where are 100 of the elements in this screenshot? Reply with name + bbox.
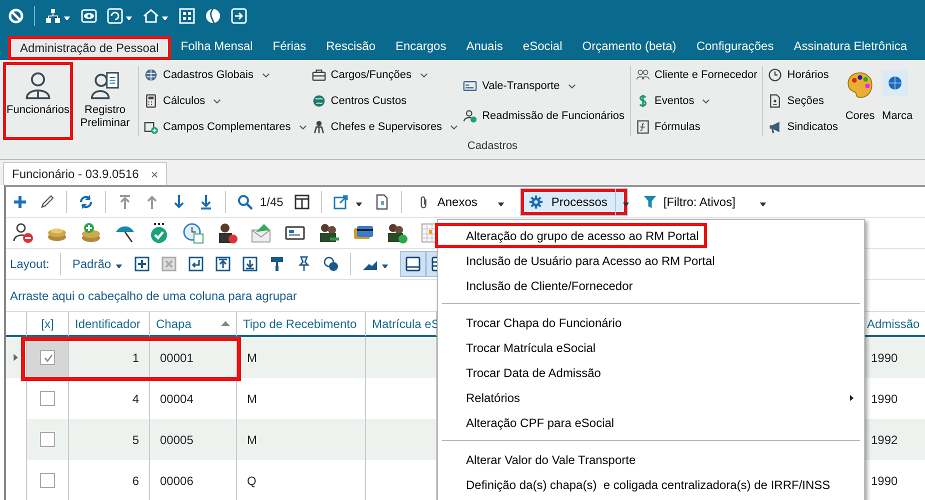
ribbon-button[interactable]: Centros Custos bbox=[312, 94, 460, 108]
move-down-icon[interactable] bbox=[242, 256, 258, 272]
panel-bottom-icon[interactable] bbox=[405, 256, 422, 272]
menu-item[interactable]: Trocar Matrícula eSocial bbox=[438, 335, 864, 360]
pencil-icon[interactable] bbox=[39, 194, 55, 210]
ribbon-button[interactable]: Cargos/Funções bbox=[312, 68, 460, 82]
menu-tab[interactable]: eSocial bbox=[512, 35, 572, 57]
prohibited-icon[interactable] bbox=[8, 8, 24, 24]
last-icon[interactable] bbox=[198, 194, 214, 210]
checkbox[interactable] bbox=[40, 432, 55, 447]
ribbon-button[interactable]: Eventos bbox=[636, 94, 758, 108]
column-header[interactable]: Identificador bbox=[69, 312, 150, 337]
document-icon[interactable] bbox=[768, 94, 782, 108]
ribbon-button[interactable]: Cliente e Fornecedor bbox=[636, 68, 758, 82]
view-toggle-button[interactable] bbox=[400, 251, 426, 277]
attachments-button[interactable]: Anexos bbox=[413, 188, 510, 216]
people-icon[interactable] bbox=[636, 68, 650, 82]
column-label: Chapa bbox=[156, 316, 192, 330]
ribbon-button[interactable]: Vale-Transporte bbox=[463, 78, 625, 93]
document-icon[interactable] bbox=[374, 194, 390, 210]
submenu-arrow-icon bbox=[850, 394, 856, 400]
grid-icon[interactable] bbox=[179, 8, 195, 24]
ribbon-large-button[interactable]: Funcionários bbox=[3, 62, 73, 140]
formula-icon[interactable] bbox=[636, 120, 650, 134]
shapes-icon[interactable] bbox=[323, 256, 340, 272]
home-icon[interactable] bbox=[143, 8, 159, 24]
paint-roller-icon[interactable] bbox=[269, 256, 286, 272]
menu-item[interactable]: Inclusão de Usuário para Acesso ao RM Portal bbox=[438, 248, 864, 273]
first-icon[interactable] bbox=[117, 194, 133, 210]
menu-item[interactable]: Trocar Data de Admissão bbox=[438, 360, 864, 385]
column-header[interactable]: Chapa bbox=[150, 312, 237, 337]
quick-access-button[interactable] bbox=[107, 8, 133, 24]
menu-item[interactable]: Alteração do grupo de acesso ao RM Portal bbox=[435, 223, 707, 248]
export-icon[interactable] bbox=[333, 194, 350, 210]
checkbox[interactable] bbox=[40, 391, 55, 406]
menu-tab[interactable]: Administração de Pessoal bbox=[8, 36, 171, 60]
user-icon[interactable] bbox=[23, 70, 53, 100]
globe-icon[interactable] bbox=[205, 8, 221, 24]
hierarchy-icon[interactable] bbox=[45, 8, 61, 24]
plus-icon[interactable] bbox=[12, 194, 28, 210]
processes-button[interactable]: Processos bbox=[520, 188, 628, 216]
menu-tab[interactable]: Rescisão bbox=[316, 35, 386, 57]
checkbox[interactable] bbox=[40, 473, 55, 488]
card-icon[interactable] bbox=[463, 78, 478, 93]
fields-add-icon[interactable] bbox=[144, 120, 158, 134]
ribbon-button[interactable]: Horários bbox=[768, 68, 838, 82]
filter-icon[interactable] bbox=[643, 195, 658, 209]
column-header[interactable]: Tipo de Recebimento bbox=[237, 312, 366, 337]
filter-button[interactable]: [Filtro: Ativos] bbox=[639, 188, 772, 216]
ribbon-large-button[interactable]: Marca bbox=[880, 62, 910, 140]
person-icon[interactable] bbox=[312, 120, 326, 134]
user-document-icon[interactable] bbox=[90, 70, 120, 100]
megaphone-icon[interactable] bbox=[768, 120, 782, 134]
menu-item[interactable]: Definição da(s) chapa(s) e coligada centralizadora(s) de IRRF/INSS bbox=[438, 472, 864, 497]
table-cell: 5 bbox=[69, 419, 150, 460]
eye-icon[interactable] bbox=[81, 8, 97, 24]
document-tab[interactable]: Funcionário - 03.9.0516 × bbox=[3, 162, 168, 185]
menu-tab[interactable]: Orçamento (beta) bbox=[572, 35, 686, 57]
move-up-icon[interactable] bbox=[215, 256, 232, 272]
menu-tab[interactable]: Férias bbox=[262, 35, 316, 57]
column-header[interactable]: [x] bbox=[27, 312, 69, 337]
quick-access-button[interactable] bbox=[143, 8, 169, 24]
briefcase-icon[interactable] bbox=[312, 68, 326, 82]
ribbon-button[interactable]: Chefes e Supervisores bbox=[312, 120, 460, 134]
enter-icon[interactable] bbox=[188, 256, 204, 272]
layout-dropdown[interactable]: Padrão bbox=[72, 250, 124, 278]
calculator-icon[interactable] bbox=[144, 94, 158, 108]
search-icon[interactable] bbox=[237, 194, 253, 210]
columns-icon[interactable] bbox=[294, 194, 310, 210]
menu-tab[interactable]: Anuais bbox=[456, 35, 513, 57]
ribbon-button[interactable]: Sindicatos bbox=[768, 120, 838, 134]
globe-icon bbox=[887, 75, 904, 91]
add-row-icon[interactable] bbox=[134, 256, 150, 272]
ribbon-button[interactable]: Campos Complementares bbox=[144, 120, 308, 134]
gear-icon[interactable] bbox=[529, 195, 544, 209]
ribbon-button[interactable]: Readmissão de Funcionários bbox=[463, 109, 625, 124]
table-cell: 6 bbox=[69, 460, 150, 500]
clock-icon[interactable] bbox=[768, 68, 782, 82]
ribbon-large-button[interactable]: Cores bbox=[840, 62, 880, 140]
menu-item[interactable]: Alteração CPF para eSocial bbox=[438, 410, 864, 435]
ribbon-button[interactable]: Fórmulas bbox=[636, 120, 758, 134]
menu-item[interactable]: Trocar Chapa do Funcionário bbox=[438, 310, 864, 335]
checkbox[interactable] bbox=[40, 350, 55, 365]
menu-tab[interactable]: Encargos bbox=[386, 35, 456, 57]
ribbon-button[interactable]: Cadastros Globais bbox=[144, 68, 308, 82]
globe-icon[interactable] bbox=[312, 94, 326, 108]
refresh-icon[interactable] bbox=[78, 194, 94, 210]
menu-tab[interactable]: Assinatura Eletrônica bbox=[784, 35, 918, 57]
menu-item[interactable]: Relatórios bbox=[438, 385, 864, 410]
quick-access-button[interactable] bbox=[45, 8, 71, 24]
ribbon-button[interactable]: Seções bbox=[768, 94, 838, 108]
ribbon-large-button[interactable]: Registro Preliminar bbox=[75, 62, 135, 140]
menu-tab[interactable]: Folha Mensal bbox=[170, 35, 263, 57]
person-add-icon[interactable] bbox=[463, 109, 478, 124]
globe-icon[interactable] bbox=[144, 68, 158, 82]
palette-icon[interactable] bbox=[845, 70, 876, 100]
exit-icon[interactable] bbox=[231, 8, 247, 24]
menu-item[interactable]: Alterar Valor do Vale Transporte bbox=[438, 447, 864, 472]
ribbon-button[interactable]: Cálculos bbox=[144, 94, 308, 108]
menu-tab[interactable]: Configurações bbox=[686, 35, 784, 57]
